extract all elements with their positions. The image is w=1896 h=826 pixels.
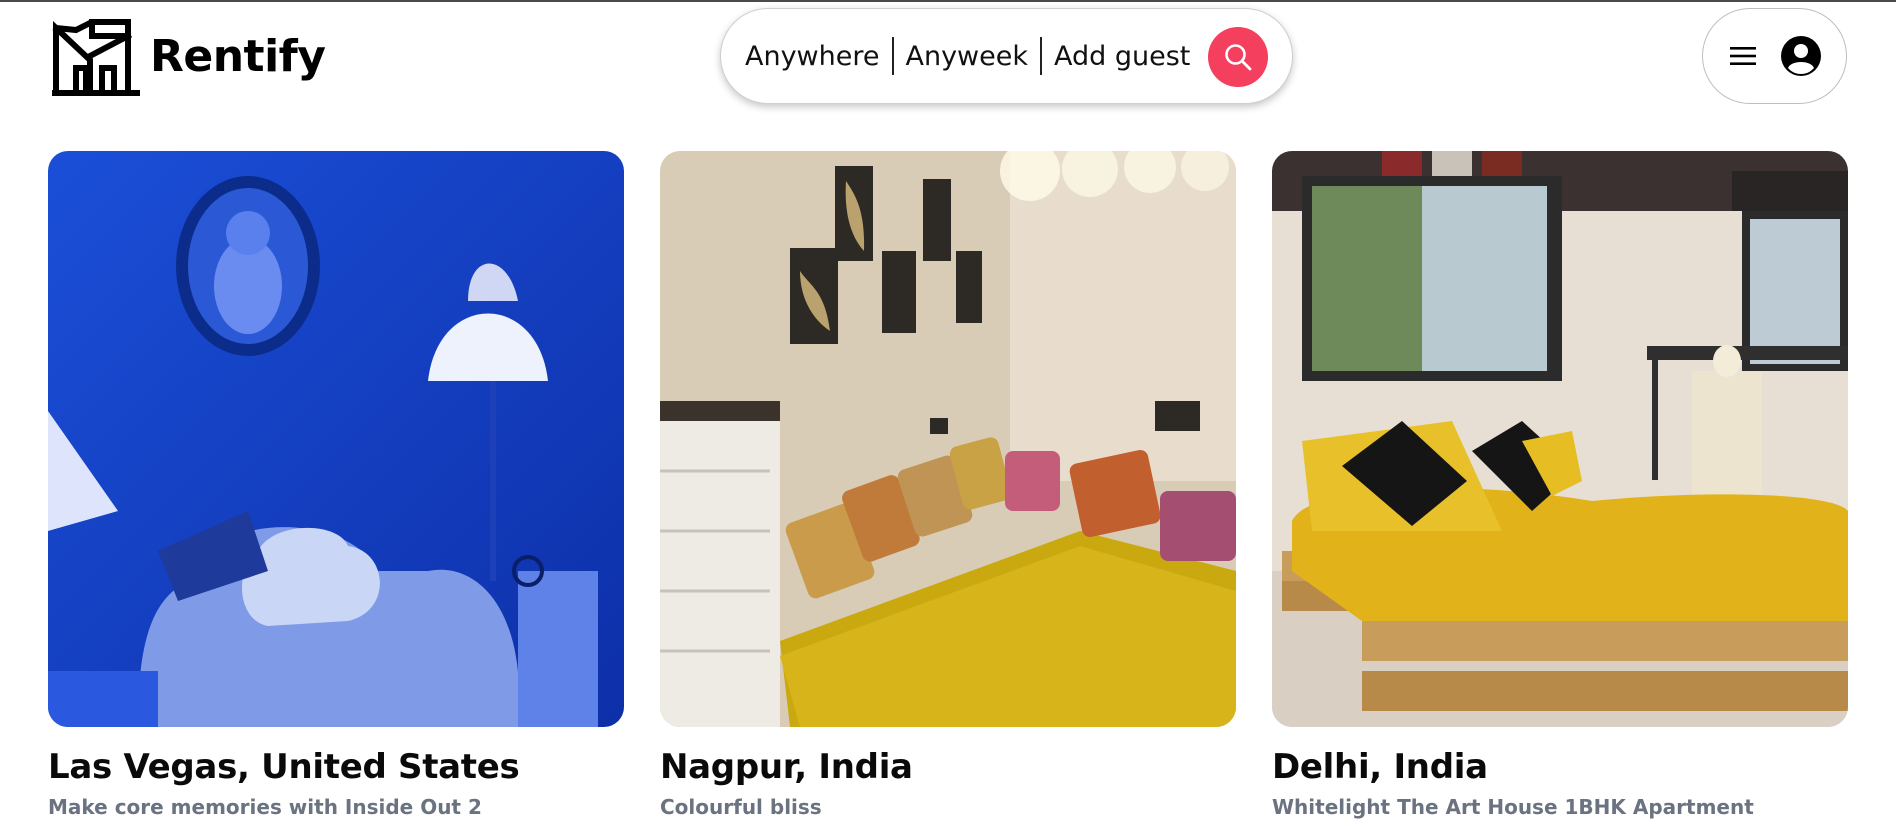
listing-description: Whitelight The Art House 1BHK Apartment xyxy=(1272,795,1754,819)
listing-location: Las Vegas, United States xyxy=(48,747,520,787)
search-bar[interactable]: Anywhere Anyweek Add guest xyxy=(720,8,1293,104)
listings-grid: Las Vegas, United States Make core memor… xyxy=(48,151,1848,819)
listing-photo[interactable] xyxy=(1272,151,1848,727)
listing-description: Make core memories with Inside Out 2 xyxy=(48,795,482,819)
search-icon xyxy=(1225,44,1252,71)
listing-location: Delhi, India xyxy=(1272,747,1488,787)
site-header: Rentify Anywhere Anyweek Add guest xyxy=(0,2,1896,112)
listing-card[interactable]: Nagpur, India Colourful bliss xyxy=(660,151,1236,819)
blue-room-photo xyxy=(48,151,624,727)
yellow-floor-bed-photo xyxy=(660,151,1236,727)
listing-description: Colourful bliss xyxy=(660,795,822,819)
listing-location: Nagpur, India xyxy=(660,747,913,787)
brand-logo[interactable]: Rentify xyxy=(52,16,326,96)
user-menu-button[interactable] xyxy=(1702,8,1847,104)
listing-card[interactable]: Las Vegas, United States Make core memor… xyxy=(48,151,624,819)
user-avatar-icon xyxy=(1780,36,1821,76)
search-dates[interactable]: Anyweek xyxy=(894,41,1041,72)
search-location[interactable]: Anywhere xyxy=(745,41,892,72)
pallet-bed-photo xyxy=(1272,151,1848,727)
listing-photo[interactable] xyxy=(48,151,624,727)
house-logo-icon xyxy=(52,19,140,96)
listing-photo[interactable] xyxy=(660,151,1236,727)
menu-icon xyxy=(1729,47,1756,65)
search-guests[interactable]: Add guest xyxy=(1042,41,1202,72)
listing-card[interactable]: Delhi, India Whitelight The Art House 1B… xyxy=(1272,151,1848,819)
brand-name: Rentify xyxy=(150,30,326,82)
search-button[interactable] xyxy=(1208,27,1268,87)
